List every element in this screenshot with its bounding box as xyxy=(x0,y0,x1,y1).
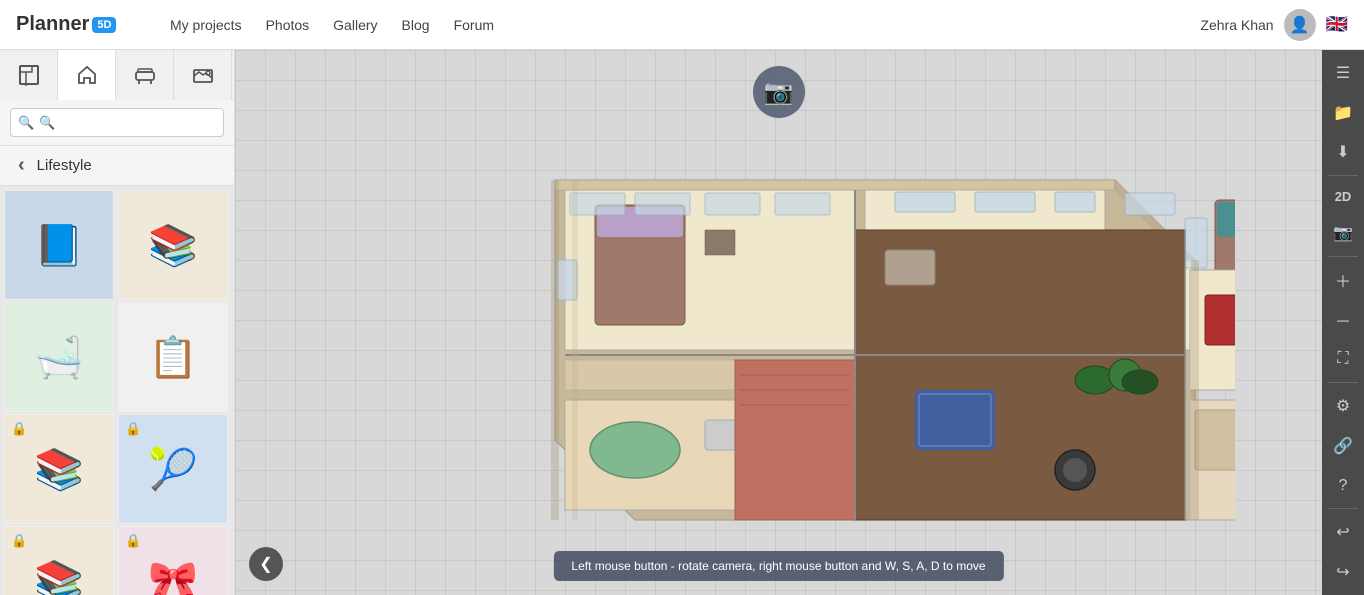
category-name: Lifestyle xyxy=(37,157,92,174)
item-cell-6[interactable]: 🔒📚 xyxy=(4,526,114,595)
lock-icon: 🔒 xyxy=(125,533,141,549)
sidebar-divider xyxy=(1328,382,1358,383)
search-icon: 🔍 xyxy=(18,115,34,131)
tool-plan[interactable] xyxy=(0,50,58,100)
nav-link-my-projects[interactable]: My projects xyxy=(170,17,242,33)
right-sidebar: ☰📁⬇ 2D📷 ＋－⛶ ⚙🔗? ↩↪ xyxy=(1322,50,1364,595)
item-icon-7: 🎀 xyxy=(148,558,198,595)
item-icon-1: 📚 xyxy=(148,222,198,269)
sidebar-btn-zoom-out[interactable]: － xyxy=(1324,301,1362,339)
item-cell-2[interactable]: 🛁 xyxy=(4,302,114,412)
screenshot-button[interactable]: 📷 xyxy=(753,66,805,118)
sidebar-btn-camera[interactable]: 📷 xyxy=(1324,214,1362,252)
item-icon-5: 🎾 xyxy=(148,446,198,493)
item-cell-3[interactable]: 📋 xyxy=(118,302,228,412)
logo-text: Planner xyxy=(16,13,89,36)
sidebar-divider xyxy=(1328,256,1358,257)
search-box: 🔍 xyxy=(0,100,234,146)
lock-icon: 🔒 xyxy=(125,421,141,437)
nav-link-gallery[interactable]: Gallery xyxy=(333,17,377,33)
sidebar-btn-zoom-in[interactable]: ＋ xyxy=(1324,261,1362,299)
lock-icon: 🔒 xyxy=(11,421,27,437)
sidebar-divider xyxy=(1328,508,1358,509)
logo-area: Planner 5D xyxy=(0,13,170,36)
left-arrow-icon: ❮ xyxy=(259,554,272,574)
nav-links: My projects Photos Gallery Blog Forum xyxy=(170,17,1200,33)
tool-home[interactable] xyxy=(58,50,116,100)
search-input[interactable] xyxy=(10,108,224,137)
item-icon-6: 📚 xyxy=(34,558,84,595)
sidebar-btn-fullscreen[interactable]: ⛶ xyxy=(1324,340,1362,378)
sidebar-btn-files[interactable]: 📁 xyxy=(1324,94,1362,132)
item-cell-0[interactable]: 📘 xyxy=(4,190,114,300)
main-view: 📷 xyxy=(235,50,1322,595)
sidebar-btn-share[interactable]: 🔗 xyxy=(1324,427,1362,465)
item-icon-2: 🛁 xyxy=(34,334,84,381)
sidebar-btn-settings[interactable]: ⚙ xyxy=(1324,387,1362,425)
lock-icon: 🔒 xyxy=(11,533,27,549)
back-arrow: ‹ xyxy=(18,154,25,177)
category-header[interactable]: ‹ Lifestyle xyxy=(0,146,234,186)
nav-link-photos[interactable]: Photos xyxy=(266,17,310,33)
sidebar-btn-2d[interactable]: 2D xyxy=(1324,180,1362,212)
tool-scene[interactable] xyxy=(174,50,232,100)
nav-link-blog[interactable]: Blog xyxy=(402,17,430,33)
nav-link-forum[interactable]: Forum xyxy=(454,17,494,33)
top-nav: Planner 5D My projects Photos Gallery Blog F… xyxy=(0,0,1364,50)
item-cell-1[interactable]: 📚 xyxy=(118,190,228,300)
items-grid: 📘📚🛁📋🔒📚🔒🎾🔒📚🔒🎀 xyxy=(0,186,234,595)
sidebar-btn-redo[interactable]: ↪ xyxy=(1324,553,1362,591)
floor-plan xyxy=(435,100,1235,580)
item-cell-4[interactable]: 🔒📚 xyxy=(4,414,114,524)
sidebar-btn-undo[interactable]: ↩ xyxy=(1324,513,1362,551)
avatar: 👤 xyxy=(1284,9,1316,41)
left-sidebar: 🔍 ‹ Lifestyle 📘📚🛁📋🔒📚🔒🎾🔒📚🔒🎀 xyxy=(0,50,235,595)
item-cell-5[interactable]: 🔒🎾 xyxy=(118,414,228,524)
flag-icon: 🇬🇧 xyxy=(1326,14,1348,35)
user-area: Zehra Khan 👤 🇬🇧 xyxy=(1200,9,1364,41)
item-icon-4: 📚 xyxy=(34,446,84,493)
sidebar-btn-help[interactable]: ? xyxy=(1324,467,1362,505)
item-icon-0: 📘 xyxy=(34,222,84,269)
sidebar-divider xyxy=(1328,175,1358,176)
toolbar-row xyxy=(0,50,234,100)
logo-badge: 5D xyxy=(92,17,116,33)
user-name: Zehra Khan xyxy=(1200,17,1273,33)
item-icon-3: 📋 xyxy=(148,334,198,381)
sidebar-btn-download[interactable]: ⬇ xyxy=(1324,134,1362,172)
tool-furniture[interactable] xyxy=(116,50,174,100)
sidebar-btn-menu[interactable]: ☰ xyxy=(1324,54,1362,92)
nav-left-button[interactable]: ❮ xyxy=(249,547,283,581)
item-cell-7[interactable]: 🔒🎀 xyxy=(118,526,228,595)
